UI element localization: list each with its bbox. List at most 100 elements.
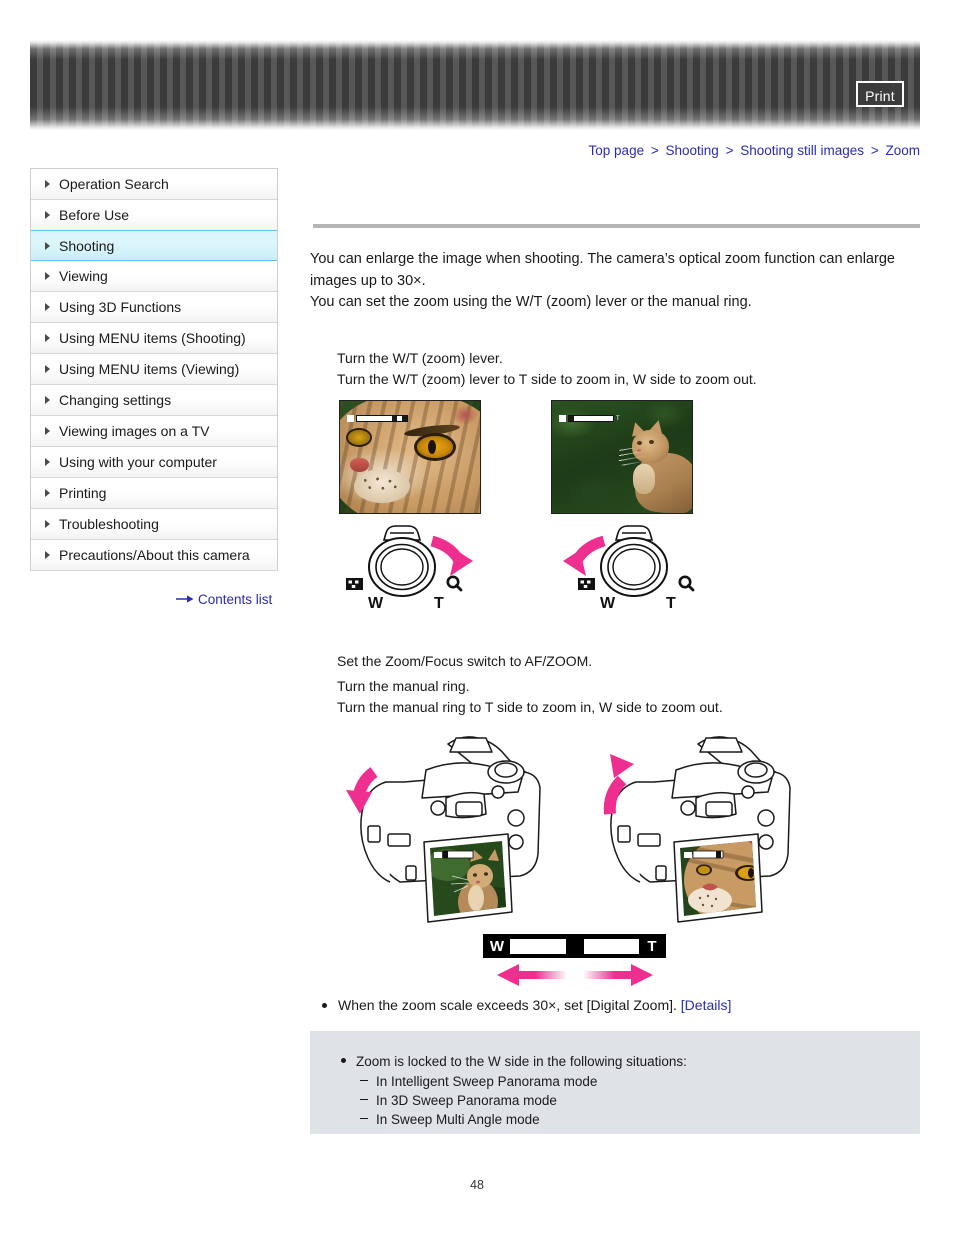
zoom-wt-bar: W T xyxy=(483,934,666,958)
sidebar-item-label: Using MENU items (Viewing) xyxy=(59,361,240,377)
triangle-right-icon xyxy=(45,458,50,466)
triangle-right-icon xyxy=(45,427,50,435)
note-box-heading: Zoom is locked to the W side in the foll… xyxy=(356,1054,687,1069)
sidebar-item-changing-settings[interactable]: Changing settings xyxy=(31,385,277,416)
triangle-right-icon xyxy=(45,241,50,250)
sidebar-item-troubleshooting[interactable]: Troubleshooting xyxy=(31,509,277,540)
sidebar-item-printing[interactable]: Printing xyxy=(31,478,277,509)
sidebar-item-label: Troubleshooting xyxy=(59,516,159,532)
sidebar-nav: Operation Search Before Use Shooting Vie… xyxy=(30,168,278,571)
photo-wideangle-cat: T xyxy=(551,400,693,514)
breadcrumb-item-top-page[interactable]: Top page xyxy=(589,143,645,158)
print-button[interactable]: Print xyxy=(856,81,904,107)
intro-line-2: images up to 30×. xyxy=(310,272,426,289)
triangle-right-icon xyxy=(45,211,50,219)
sidebar-item-label: Using with your computer xyxy=(59,454,217,470)
zoom-osd-t-label: T xyxy=(616,415,620,422)
note-box-item-label: In Intelligent Sweep Panorama mode xyxy=(376,1074,598,1089)
sidebar-item-viewing[interactable]: Viewing xyxy=(31,261,277,292)
zoom-osd-knob xyxy=(392,416,397,421)
photo-telephoto-cat xyxy=(339,400,481,514)
triangle-right-icon xyxy=(45,365,50,373)
bullet-icon xyxy=(341,1057,346,1063)
dash-icon xyxy=(360,1098,368,1100)
cat-whisker-dots xyxy=(359,474,404,493)
triangle-right-icon xyxy=(45,520,50,528)
step-1-line-1: Turn the W/T (zoom) lever. xyxy=(337,350,503,366)
breadcrumb: Top page > Shooting > Shooting still ima… xyxy=(589,143,920,158)
intro-line-3: You can set the zoom using the W/T (zoom… xyxy=(310,294,752,310)
sidebar-item-label: Operation Search xyxy=(59,176,169,192)
sidebar-item-label: Shooting xyxy=(59,238,115,254)
sidebar-item-label: Changing settings xyxy=(59,392,172,408)
wt-bar-segment-right xyxy=(583,938,639,954)
zoom-osd-icon xyxy=(347,415,354,422)
breadcrumb-item-zoom[interactable]: Zoom xyxy=(885,143,920,158)
note-box-item: In Intelligent Sweep Panorama mode xyxy=(360,1072,920,1091)
wt-bar-t-label: T xyxy=(647,937,657,955)
sidebar-item-label: Before Use xyxy=(59,207,130,223)
sidebar-item-using-menu-items-viewing[interactable]: Using MENU items (Viewing) xyxy=(31,354,277,385)
cat-ear-inner xyxy=(453,405,478,426)
sidebar-item-viewing-images-on-a-tv[interactable]: Viewing images on a TV xyxy=(31,416,277,447)
sidebar-item-before-use[interactable]: Before Use xyxy=(31,200,277,231)
sidebar-item-label: Viewing images on a TV xyxy=(59,423,210,439)
zoom-lever-diagram-wide: W T xyxy=(552,520,702,615)
triangle-right-icon xyxy=(45,489,50,497)
zoom-scale-indicator: T xyxy=(559,414,620,423)
lever-w-label: W xyxy=(600,595,616,612)
dash-icon xyxy=(360,1079,368,1081)
sidebar-item-label: Viewing xyxy=(59,268,108,284)
triangle-right-icon xyxy=(45,551,50,559)
zoom-osd-end xyxy=(402,416,407,421)
note-box-heading-row: Zoom is locked to the W side in the foll… xyxy=(341,1054,920,1069)
cat-whiskers xyxy=(618,447,646,467)
contents-list-label: Contents list xyxy=(198,592,273,607)
breadcrumb-item-shooting-still-images[interactable]: Shooting still images xyxy=(740,143,864,158)
contents-list-link[interactable]: Contents list xyxy=(176,592,272,608)
sidebar-item-using-menu-items-shooting[interactable]: Using MENU items (Shooting) xyxy=(31,323,277,354)
header-banner xyxy=(30,40,920,130)
sidebar-item-using-3d-functions[interactable]: Using 3D Functions xyxy=(31,292,277,323)
lever-t-label: T xyxy=(666,595,676,612)
zoom-osd-icon xyxy=(559,415,566,422)
zoom-osd-track xyxy=(568,415,614,422)
camera-illustration-zoom-in xyxy=(580,730,830,930)
digital-zoom-note-text: When the zoom scale exceeds 30×, set [Di… xyxy=(338,997,677,1013)
sidebar-item-label: Using 3D Functions xyxy=(59,299,182,315)
note-box-item: In 3D Sweep Panorama mode xyxy=(360,1091,920,1110)
intro-paragraph: You can enlarge the image when shooting.… xyxy=(310,249,910,314)
zoom-osd-track xyxy=(356,415,408,422)
sidebar-item-operation-search[interactable]: Operation Search xyxy=(31,169,277,200)
step-2-instructions: Set the Zoom/Focus switch to AF/ZOOM. xyxy=(337,651,592,672)
step-3-instructions: Turn the manual ring. Turn the manual ri… xyxy=(337,676,723,718)
dash-icon xyxy=(360,1117,368,1119)
triangle-right-icon xyxy=(45,334,50,342)
breadcrumb-separator: > xyxy=(725,143,734,158)
zoom-lever-diagram-tele: W T xyxy=(340,520,490,615)
sidebar-item-precautions-about-this-camera[interactable]: Precautions/About this camera xyxy=(31,540,277,571)
step-3-line-1: Turn the manual ring. xyxy=(337,678,470,694)
digital-zoom-note: When the zoom scale exceeds 30×, set [Di… xyxy=(322,997,731,1013)
sidebar-item-label: Printing xyxy=(59,485,107,501)
step-1-line-2: Turn the W/T (zoom) lever to T side to z… xyxy=(337,371,757,387)
breadcrumb-separator: > xyxy=(870,143,879,158)
details-link[interactable]: [Details] xyxy=(681,997,732,1013)
zoom-osd-knob xyxy=(569,416,574,421)
triangle-right-icon xyxy=(45,180,50,188)
triangle-right-icon xyxy=(45,272,50,280)
cat-nose xyxy=(349,458,369,473)
step-2-line-1: Set the Zoom/Focus switch to AF/ZOOM. xyxy=(337,653,593,669)
step-1-instructions: Turn the W/T (zoom) lever. Turn the W/T … xyxy=(337,348,757,390)
lever-t-label: T xyxy=(434,595,444,612)
cat-chest xyxy=(633,463,656,494)
note-box: Zoom is locked to the W side in the foll… xyxy=(310,1031,920,1134)
sidebar-item-label: Precautions/About this camera xyxy=(59,547,250,563)
breadcrumb-item-shooting[interactable]: Shooting xyxy=(666,143,719,158)
note-box-item: In Sweep Multi Angle mode xyxy=(360,1110,920,1129)
sidebar-item-shooting[interactable]: Shooting xyxy=(31,230,277,261)
wt-bar-double-arrow xyxy=(495,962,655,988)
sidebar-item-using-with-your-computer[interactable]: Using with your computer xyxy=(31,447,277,478)
breadcrumb-separator: > xyxy=(650,143,659,158)
step-3-line-2: Turn the manual ring to T side to zoom i… xyxy=(337,699,723,715)
